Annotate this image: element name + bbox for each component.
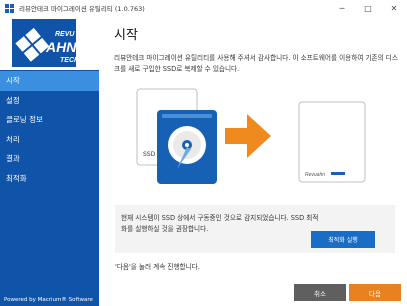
sidebar: REVU AHN TECH 시작 설정 클로닝 정보 처리 결과 최적화 Pow… (0, 16, 99, 306)
title-bar: 리뷰안테크 마이그레이션 유틸리티 (1.0.763) ─ □ ✕ (0, 0, 407, 16)
cancel-button[interactable]: 취소 (294, 284, 346, 301)
sidebar-item-start[interactable]: 시작 (0, 71, 99, 91)
target-ssd-icon: Revuahn (298, 101, 366, 183)
minimize-button[interactable]: ─ (329, 0, 355, 16)
revuahntech-logo-icon: REVU AHN TECH (12, 19, 80, 67)
window-title: 리뷰안테크 마이그레이션 유틸리티 (1.0.763) (19, 5, 145, 13)
powered-by-text: Powered by Macrium® Software (4, 297, 93, 303)
sidebar-nav: 시작 설정 클로닝 정보 처리 결과 최적화 (0, 71, 99, 188)
sidebar-item-settings[interactable]: 설정 (0, 91, 99, 111)
continue-hint-text: '다음'을 눌러 계속 진행합니다. (115, 263, 200, 271)
sidebar-item-optimization[interactable]: 최적화 (0, 169, 99, 189)
main-panel: 시작 리뷰안테크 마이그레이션 유틸리티를 사용해 주셔서 감사합니다. 이 소… (99, 16, 407, 306)
arrow-right-icon (225, 114, 271, 158)
svg-text:REVU: REVU (55, 31, 75, 38)
close-button[interactable]: ✕ (381, 0, 407, 16)
window-controls: ─ □ ✕ (329, 0, 407, 16)
sidebar-item-processing[interactable]: 처리 (0, 130, 99, 150)
hdd-icon (157, 110, 217, 184)
maximize-button[interactable]: □ (355, 0, 381, 16)
run-optimization-button[interactable]: 최적화 실행 (311, 231, 375, 248)
app-grid-icon (5, 3, 14, 13)
ssd-notice-text: 현재 시스템이 SSD 상에서 구동중인 것으로 감지되었습니다. SSD 최적… (121, 214, 319, 233)
svg-text:AHN: AHN (45, 39, 77, 55)
svg-text:TECH: TECH (60, 57, 80, 64)
sidebar-item-cloning-info[interactable]: 클로닝 정보 (0, 110, 99, 130)
next-button[interactable]: 다음 (349, 284, 401, 301)
ssd-notice-box: 현재 시스템이 SSD 상에서 구동중인 것으로 감지되었습니다. SSD 최적… (115, 205, 395, 253)
logo: REVU AHN TECH (0, 16, 99, 70)
sidebar-item-results[interactable]: 결과 (0, 149, 99, 169)
svg-text:SSD: SSD (143, 151, 156, 158)
svg-text:Revuahn: Revuahn (305, 172, 325, 178)
